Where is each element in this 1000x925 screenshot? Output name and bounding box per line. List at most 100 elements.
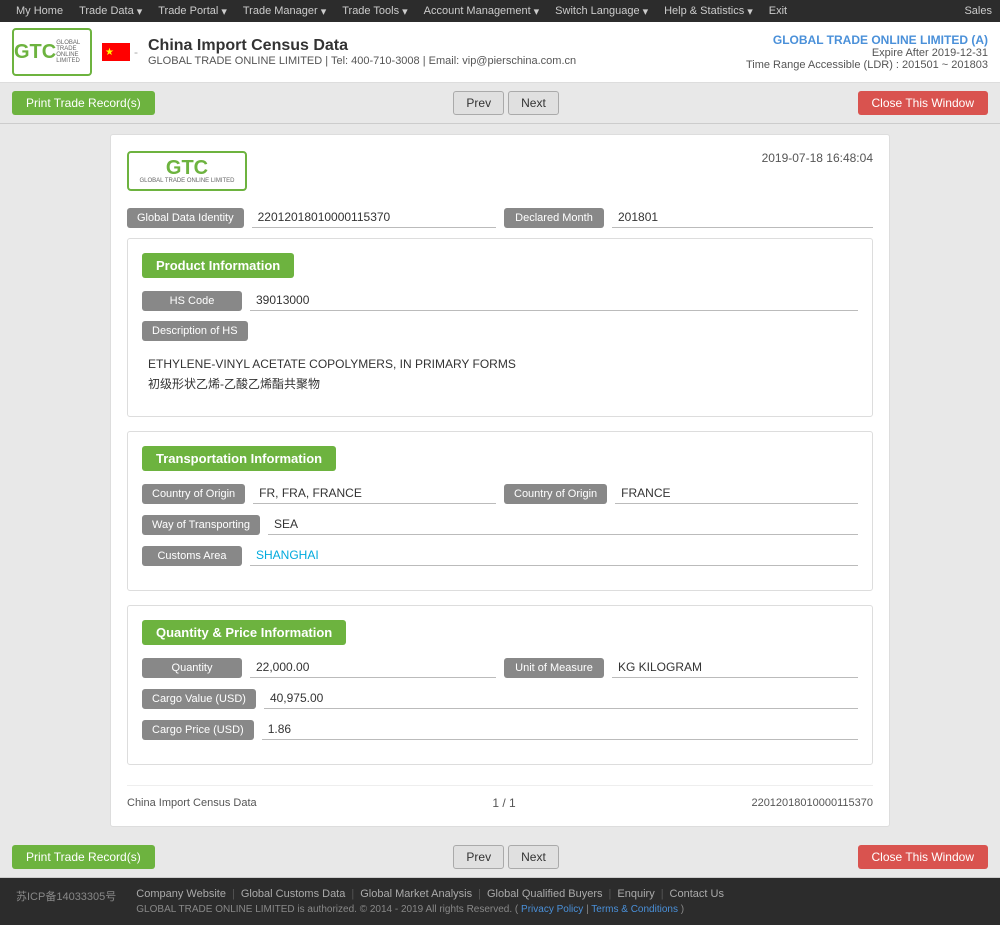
unit-measure-label: Unit of Measure [504,658,604,678]
cargo-value-label: Cargo Value (USD) [142,689,256,709]
print-button-top[interactable]: Print Trade Record(s) [12,91,155,115]
cargo-price-row: Cargo Price (USD) 1.86 [142,719,858,740]
hs-code-row: HS Code 39013000 [142,290,858,311]
page-footer: 苏ICP备14033305号 Company Website | Global … [0,878,1000,925]
chevron-down-icon: ▾ [221,5,227,18]
footer-copyright: GLOBAL TRADE ONLINE LIMITED is authorize… [136,904,984,915]
hs-code-label: HS Code [142,291,242,311]
unit-measure-value: KG KILOGRAM [612,657,858,678]
chevron-down-icon: ▾ [534,5,540,18]
country-origin-value2: FRANCE [615,483,858,504]
country-origin-label2: Country of Origin [504,484,607,504]
footer-global-market[interactable]: Global Market Analysis [360,888,472,900]
page-header: GTC GLOBAL TRADE ONLINE LIMITED - China … [0,22,1000,83]
country-origin-pair1: Country of Origin FR, FRA, FRANCE [142,483,496,504]
transport-info-header: Transportation Information [142,446,336,471]
record-logo: GTC GLOBAL TRADE ONLINE LIMITED [127,151,247,191]
quantity-label: Quantity [142,658,242,678]
hs-code-value: 39013000 [250,290,858,311]
ldr-range: Time Range Accessible (LDR) : 201501 ~ 2… [746,59,988,71]
product-info-section: Product Information HS Code 39013000 Des… [127,238,873,417]
desc-hs-label: Description of HS [142,321,248,341]
declared-month-pair: Declared Month 201801 [504,207,873,228]
cargo-value-value: 40,975.00 [264,688,858,709]
record-card: GTC GLOBAL TRADE ONLINE LIMITED 2019-07-… [110,134,890,827]
main-content: GTC GLOBAL TRADE ONLINE LIMITED 2019-07-… [0,124,1000,837]
nav-trade-manager[interactable]: Trade Manager ▾ [235,2,334,21]
quantity-pair: Quantity 22,000.00 [142,657,496,678]
footer-terms-link[interactable]: Terms & Conditions [591,904,678,915]
header-left: GTC GLOBAL TRADE ONLINE LIMITED - China … [12,28,576,76]
page-title: China Import Census Data [148,37,576,55]
footer-icp: 苏ICP备14033305号 [16,888,116,904]
prev-button-bottom[interactable]: Prev [453,845,504,869]
bottom-action-bar: Print Trade Record(s) Prev Next Close Th… [0,837,1000,878]
card-footer-center: 1 / 1 [492,796,515,810]
next-button-top[interactable]: Next [508,91,559,115]
footer-inner: 苏ICP备14033305号 Company Website | Global … [16,888,984,915]
page-subtitle: GLOBAL TRADE ONLINE LIMITED | Tel: 400-7… [148,55,576,67]
china-flag [102,43,130,61]
record-header: GTC GLOBAL TRADE ONLINE LIMITED 2019-07-… [127,151,873,191]
global-identity-row: Global Data Identity 2201201801000011537… [127,207,873,228]
desc-hs-row: Description of HS [142,321,858,341]
desc-english: ETHYLENE-VINYL ACETATE COPOLYMERS, IN PR… [148,357,852,371]
nav-trade-data[interactable]: Trade Data ▾ [71,2,150,21]
icp-number: 苏ICP备14033305号 [16,888,116,904]
card-footer-right: 22012018010000115370 [751,797,873,809]
quantity-row: Quantity 22,000.00 Unit of Measure KG KI… [142,657,858,678]
nav-my-home[interactable]: My Home [8,2,71,21]
footer-privacy-link[interactable]: Privacy Policy [521,904,583,915]
nav-trade-tools[interactable]: Trade Tools ▾ [334,2,415,21]
way-transport-label: Way of Transporting [142,515,260,535]
nav-help-statistics[interactable]: Help & Statistics ▾ [656,2,761,21]
top-action-bar: Print Trade Record(s) Prev Next Close Th… [0,83,1000,124]
header-right: GLOBAL TRADE ONLINE LIMITED (A) Expire A… [746,33,988,71]
global-identity-pair: Global Data Identity 2201201801000011537… [127,207,496,228]
product-info-header: Product Information [142,253,294,278]
customs-area-row: Customs Area SHANGHAI [142,545,858,566]
next-button-bottom[interactable]: Next [508,845,559,869]
declared-month-label: Declared Month [504,208,604,228]
chevron-down-icon: ▾ [137,5,143,18]
footer-links: Company Website | Global Customs Data | … [136,888,984,900]
cargo-value-row: Cargo Value (USD) 40,975.00 [142,688,858,709]
nav-sales: Sales [964,5,992,17]
chevron-down-icon: ▾ [402,5,408,18]
cargo-price-value: 1.86 [262,719,858,740]
nav-account-management[interactable]: Account Management ▾ [416,2,548,21]
nav-menu: My Home Trade Data ▾ Trade Portal ▾ Trad… [8,2,795,21]
country-origin-pair2: Country of Origin FRANCE [504,483,858,504]
unit-measure-pair: Unit of Measure KG KILOGRAM [504,657,858,678]
chevron-down-icon: ▾ [321,5,327,18]
flag-container: - [102,43,138,61]
country-origin-value1: FR, FRA, FRANCE [253,483,496,504]
footer-global-customs[interactable]: Global Customs Data [241,888,346,900]
close-button-top[interactable]: Close This Window [858,91,988,115]
country-origin-label1: Country of Origin [142,484,245,504]
footer-company-website[interactable]: Company Website [136,888,226,900]
footer-contact-us[interactable]: Contact Us [670,888,724,900]
card-footer-left: China Import Census Data [127,797,257,809]
way-transport-value: SEA [268,514,858,535]
qty-price-section: Quantity & Price Information Quantity 22… [127,605,873,765]
chevron-down-icon: ▾ [643,5,649,18]
footer-global-qualified[interactable]: Global Qualified Buyers [487,888,603,900]
quantity-value: 22,000.00 [250,657,496,678]
prev-button-top[interactable]: Prev [453,91,504,115]
navigation-buttons-bottom: Prev Next [453,845,558,869]
nav-exit[interactable]: Exit [761,2,795,21]
company-logo: GTC GLOBAL TRADE ONLINE LIMITED [12,28,92,76]
desc-chinese: 初级形状乙烯-乙酸乙烯酯共聚物 [148,375,852,392]
nav-trade-portal[interactable]: Trade Portal ▾ [150,2,235,21]
top-navigation: My Home Trade Data ▾ Trade Portal ▾ Trad… [0,0,1000,22]
print-button-bottom[interactable]: Print Trade Record(s) [12,845,155,869]
nav-switch-language[interactable]: Switch Language ▾ [547,2,656,21]
way-transport-row: Way of Transporting SEA [142,514,858,535]
customs-area-value: SHANGHAI [250,545,858,566]
record-timestamp: 2019-07-18 16:48:04 [762,151,873,165]
transport-info-section: Transportation Information Country of Or… [127,431,873,591]
close-button-bottom[interactable]: Close This Window [858,845,988,869]
qty-price-header: Quantity & Price Information [142,620,346,645]
footer-enquiry[interactable]: Enquiry [617,888,654,900]
